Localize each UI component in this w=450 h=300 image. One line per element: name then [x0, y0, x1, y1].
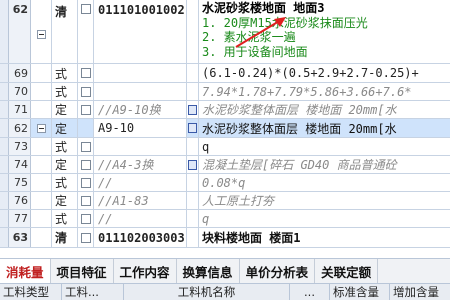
column-header-material-name[interactable]: 工料机名称: [124, 284, 290, 300]
column-header-material-code[interactable]: 工料...: [62, 284, 124, 300]
tab-work-content[interactable]: 工作内容: [114, 259, 177, 283]
annotation-arrow-icon: [235, 17, 286, 48]
tab-item-features[interactable]: 项目特征: [51, 259, 114, 283]
tab-related-quota[interactable]: 关联定额: [315, 259, 379, 283]
tab-unit-price-analysis[interactable]: 单价分析表: [240, 259, 316, 283]
tab-consumption[interactable]: 消耗量: [0, 259, 51, 283]
consumption-column-headers: 工料类型 工料... 工料机名称 ... 标准含量 增加含量: [0, 284, 450, 300]
column-header-material-type[interactable]: 工料类型: [0, 284, 62, 300]
detail-tabs: 消耗量 项目特征 工作内容 换算信息 单价分析表 关联定额: [0, 258, 450, 284]
tab-conversion-info[interactable]: 换算信息: [177, 259, 240, 283]
column-header-added-amount[interactable]: 增加含量: [390, 284, 450, 300]
column-header-unit[interactable]: ...: [290, 284, 330, 300]
column-header-standard-amount[interactable]: 标准含量: [330, 284, 390, 300]
